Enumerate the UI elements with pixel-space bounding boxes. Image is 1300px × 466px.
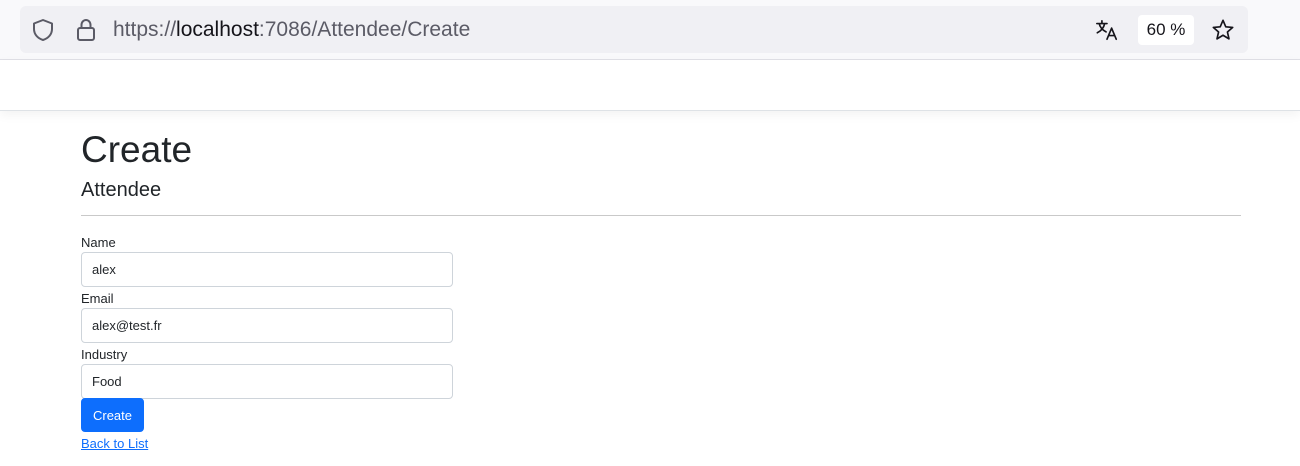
browser-toolbar: https://localhost:7086/Attendee/Create 6… bbox=[0, 0, 1300, 60]
page-subtitle: Attendee bbox=[81, 179, 162, 201]
divider bbox=[81, 215, 1241, 216]
page-title: Create bbox=[81, 129, 193, 170]
url-path: :7086/Attendee/Create bbox=[258, 18, 471, 41]
lock-icon[interactable] bbox=[74, 18, 98, 42]
translate-icon[interactable] bbox=[1095, 18, 1119, 42]
site-navbar bbox=[0, 60, 1300, 111]
star-icon[interactable] bbox=[1211, 18, 1235, 42]
address-bar[interactable]: https://localhost:7086/Attendee/Create 6… bbox=[20, 6, 1248, 53]
email-label: Email bbox=[81, 291, 114, 306]
url-host: localhost bbox=[176, 18, 259, 41]
create-button[interactable]: Create bbox=[81, 398, 144, 432]
email-input[interactable] bbox=[81, 308, 453, 343]
name-input[interactable] bbox=[81, 252, 453, 287]
industry-label: Industry bbox=[81, 347, 128, 362]
shield-icon[interactable] bbox=[31, 18, 55, 42]
name-label: Name bbox=[81, 235, 116, 250]
url-text[interactable]: https://localhost:7086/Attendee/Create bbox=[113, 17, 470, 43]
industry-input[interactable] bbox=[81, 364, 453, 399]
zoom-level-badge[interactable]: 60 % bbox=[1138, 15, 1194, 45]
back-to-list-link[interactable]: Back to List bbox=[81, 436, 148, 452]
